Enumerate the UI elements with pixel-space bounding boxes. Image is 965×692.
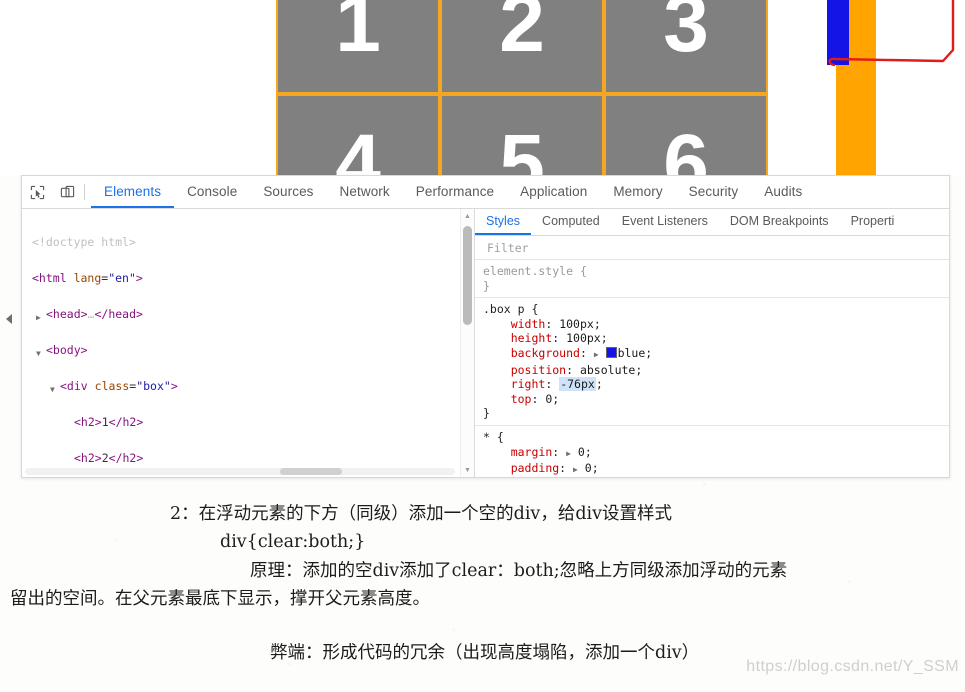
expand-arrow-icon[interactable]: ▶ — [594, 350, 599, 359]
css-property[interactable]: background — [511, 346, 580, 360]
grid-cell: 4 — [276, 94, 440, 175]
note-line-3: 原理：添加的空div添加了clear：both;忽略上方同级添加浮动的元素 — [250, 560, 788, 581]
css-value[interactable]: 100px — [566, 331, 601, 345]
dom-line[interactable]: ▶ <head>…</head> — [22, 305, 474, 323]
toolbar-divider — [84, 184, 85, 200]
css-rule-box-p[interactable]: .box p { width: 100px; height: 100px; ba… — [475, 298, 949, 426]
css-value[interactable]: 0 — [585, 461, 592, 475]
dom-tree-pane[interactable]: <!doctype html> <html lang="en"> ▶ <head>… — [22, 209, 475, 477]
tab-event-listeners[interactable]: Event Listeners — [611, 209, 719, 235]
note-line-2: div{clear:both;} — [220, 532, 366, 553]
dom-line[interactable]: <html lang="en"> — [22, 269, 474, 287]
tab-application[interactable]: Application — [507, 176, 600, 208]
dom-line[interactable]: ▼ <body> — [22, 341, 474, 359]
grid-cell: 5 — [440, 94, 604, 175]
devtools-panel: Elements Console Sources Network Perform… — [21, 175, 950, 478]
css-property[interactable]: margin — [511, 445, 553, 459]
tab-performance[interactable]: Performance — [403, 176, 507, 208]
styles-filter-row[interactable] — [475, 236, 949, 260]
tab-computed[interactable]: Computed — [531, 209, 611, 235]
grid-cell: 6 — [604, 94, 768, 175]
dom-line[interactable]: <h2>1</h2> — [22, 413, 474, 431]
grid-cell: 1 — [276, 0, 440, 94]
inspect-element-icon[interactable] — [22, 176, 52, 208]
expand-arrow-icon[interactable]: ▶ — [566, 449, 571, 458]
devtools-toolbar: Elements Console Sources Network Perform… — [22, 176, 949, 209]
dom-tree-code: <!doctype html> <html lang="en"> ▶ <head>… — [22, 209, 474, 477]
tab-dom-breakpoints[interactable]: DOM Breakpoints — [719, 209, 840, 235]
dom-vertical-scrollbar[interactable]: ▲ ▼ — [460, 209, 474, 477]
grid-cell: 3 — [604, 0, 768, 94]
devtools-body: <!doctype html> <html lang="en"> ▶ <head>… — [22, 209, 949, 477]
css-value-editing[interactable]: -76px — [559, 377, 596, 392]
tab-console[interactable]: Console — [174, 176, 250, 208]
css-property[interactable]: right — [511, 377, 546, 391]
dom-horizontal-scrollbar-thumb[interactable] — [280, 468, 342, 475]
css-selector: element.style — [483, 264, 574, 278]
css-value[interactable]: 100px — [559, 317, 594, 331]
tab-audits[interactable]: Audits — [751, 176, 815, 208]
absolute-positioned-paragraph-box — [827, 0, 849, 65]
tab-security[interactable]: Security — [676, 176, 752, 208]
css-selector: * — [483, 429, 490, 444]
dom-line[interactable]: <!doctype html> — [22, 233, 474, 251]
css-property[interactable]: padding — [511, 461, 559, 475]
note-line-4: 留出的空间。在父元素最底下显示，撑开父元素高度。 — [10, 589, 430, 610]
dom-horizontal-scrollbar[interactable] — [25, 468, 455, 475]
tab-styles[interactable]: Styles — [475, 209, 532, 235]
page-edge-marker-icon — [6, 314, 12, 324]
lecture-notes: 2：在浮动元素的下方（同级）添加一个空的div，给div设置样式 div{cle… — [0, 500, 965, 668]
grid-row: 1 2 3 — [276, 0, 836, 94]
scroll-up-arrow-icon[interactable]: ▲ — [461, 210, 474, 223]
color-swatch[interactable] — [605, 346, 617, 358]
box-grid: 1 2 3 4 5 6 — [276, 0, 836, 175]
device-toolbar-icon[interactable] — [52, 176, 82, 208]
css-property[interactable]: height — [511, 331, 553, 345]
styles-sidebar-pane: Styles Computed Event Listeners DOM Brea… — [475, 209, 949, 477]
rendered-page-preview: 1 2 3 4 5 6 — [0, 0, 965, 175]
expand-arrow-icon[interactable]: ▶ — [573, 465, 578, 474]
css-property[interactable]: top — [511, 392, 532, 406]
css-property[interactable]: width — [511, 317, 546, 331]
tab-memory[interactable]: Memory — [600, 176, 675, 208]
tab-sources[interactable]: Sources — [250, 176, 326, 208]
scroll-down-arrow-icon[interactable]: ▼ — [461, 464, 474, 477]
grid-cell: 2 — [440, 0, 604, 94]
css-value[interactable]: absolute — [580, 363, 635, 377]
dom-line[interactable]: ▼ <div class="box"> — [22, 377, 474, 395]
tab-elements[interactable]: Elements — [91, 176, 175, 208]
css-value[interactable]: blue — [618, 346, 646, 360]
css-value[interactable]: 0 — [578, 445, 585, 459]
note-line-1: 2：在浮动元素的下方（同级）添加一个空的div，给div设置样式 — [170, 504, 673, 524]
css-rule-element-style[interactable]: element.style { } — [475, 260, 949, 299]
tab-properties[interactable]: Properti — [840, 209, 906, 235]
css-selector: .box p — [483, 302, 525, 317]
tab-network[interactable]: Network — [327, 176, 403, 208]
watermark: https://blog.csdn.net/Y_SSM — [746, 658, 959, 675]
dom-vertical-scrollbar-thumb[interactable] — [463, 226, 472, 325]
styles-filter-input[interactable] — [485, 239, 916, 256]
grid-row: 4 5 6 — [276, 94, 836, 175]
css-property[interactable]: position — [511, 363, 566, 377]
styles-sidebar-tabs: Styles Computed Event Listeners DOM Brea… — [475, 209, 949, 236]
css-rule-universal[interactable]: * { margin: ▶ 0; padding: ▶ 0; } — [475, 426, 949, 477]
dom-line[interactable]: <h2>2</h2> — [22, 449, 474, 467]
css-value[interactable]: 0 — [545, 392, 552, 406]
